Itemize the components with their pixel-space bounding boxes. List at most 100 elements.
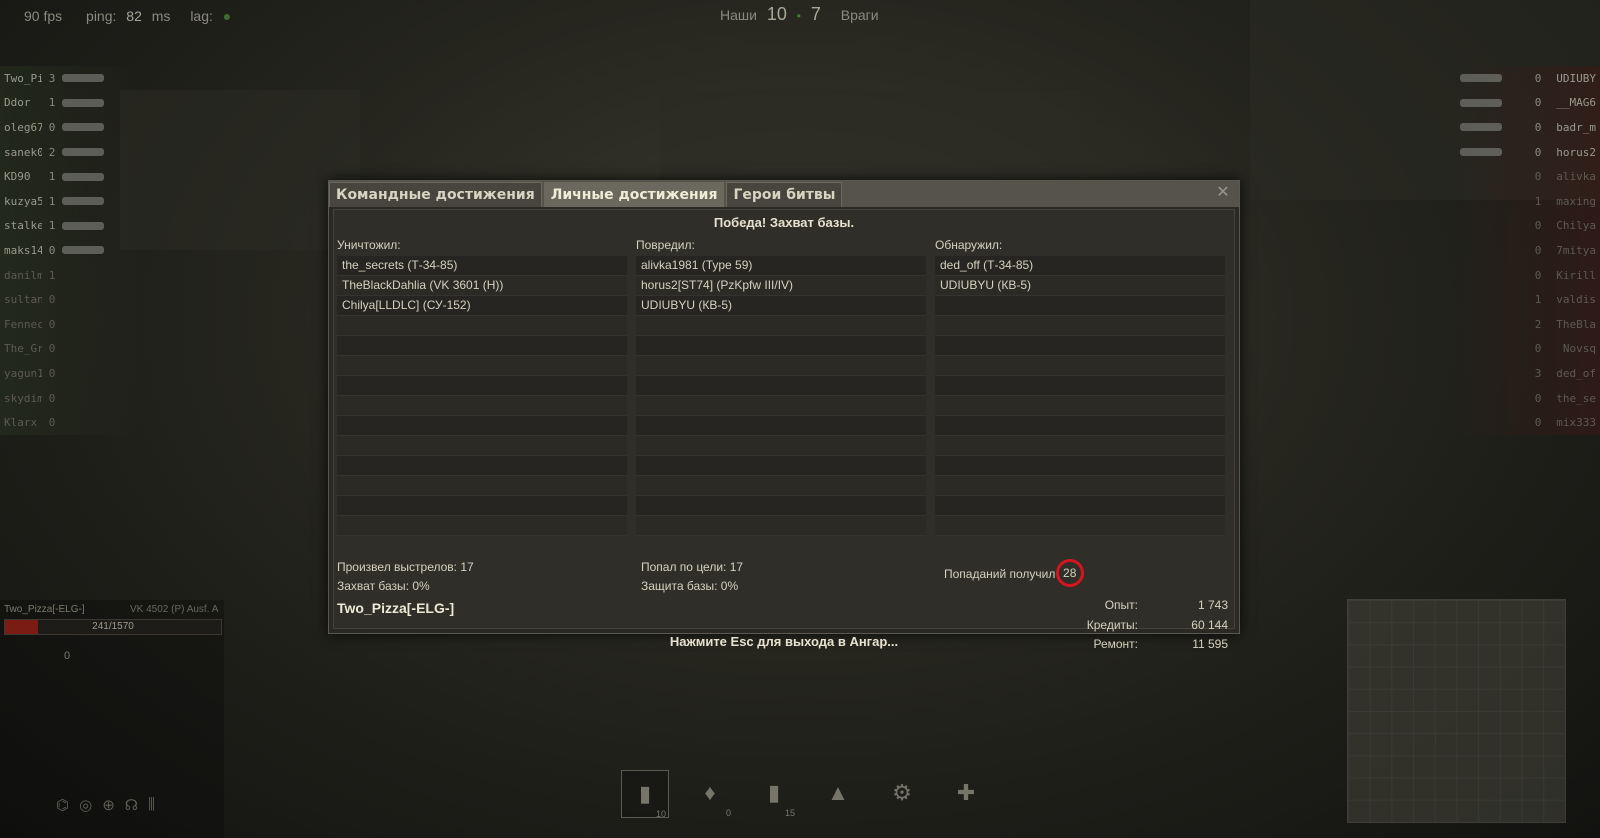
list-item: [337, 456, 627, 476]
player-name: mix333: [1556, 416, 1596, 430]
team-row[interactable]: 0 Novsq: [1460, 336, 1600, 362]
achievement-list: ded_off (Т-34-85) UDIUBYU (КВ-5): [935, 256, 1225, 536]
team-row[interactable]: 0 __MAG6: [1460, 90, 1600, 116]
team-row[interactable]: 0 horus2: [1460, 139, 1600, 165]
list-item: [636, 456, 926, 476]
list-item: [935, 396, 1225, 416]
player-name: badr_m: [1556, 120, 1596, 134]
ping-unit: ms: [151, 8, 171, 24]
team-row[interactable]: 2 TheBla: [1460, 311, 1600, 337]
player-name: The_Gr: [4, 342, 42, 356]
consumable-slot[interactable]: ▮ 15: [751, 770, 797, 818]
tank-icon: [62, 197, 104, 206]
list-item: [935, 296, 1225, 316]
player-vehicle: VK 4502 (P) Ausf. A: [130, 604, 219, 615]
team-row[interactable]: KD90 1: [0, 164, 140, 189]
team-row[interactable]: 0 badr_m: [1460, 115, 1600, 140]
team-row[interactable]: sultan 0: [0, 287, 140, 312]
consumables-bar: ▮ 10 ♦ 0 ▮ 15 ▲ ⚙ ✚: [621, 770, 989, 819]
player-frags: 3: [1534, 366, 1542, 380]
team-row[interactable]: sanek0 2: [0, 139, 140, 165]
player-frags: 0: [48, 120, 56, 134]
team-row[interactable]: stalke 1: [0, 213, 140, 239]
player-frags: 0: [48, 342, 56, 356]
player-frags: 0: [1534, 243, 1542, 257]
team-row[interactable]: Two_Pi 3: [0, 66, 140, 91]
tab-1[interactable]: Командные достижения: [329, 182, 542, 207]
tab-2[interactable]: Личные достижения: [543, 182, 725, 207]
player-name: Fennec: [4, 317, 42, 331]
consumable-slot[interactable]: ▮ 10: [621, 770, 669, 819]
player-frags: 2: [48, 145, 56, 159]
list-item: [337, 336, 627, 356]
list-item: [337, 316, 627, 336]
player-name: maks14: [4, 243, 42, 257]
consumable-slot[interactable]: ▲: [815, 770, 861, 816]
consumable-slot[interactable]: ♦ 0: [687, 770, 733, 818]
exit-hint: Нажмите Esc для выхода в Ангар...: [669, 634, 899, 649]
minimap[interactable]: [1347, 599, 1566, 823]
team-row[interactable]: 0 Kirill: [1460, 262, 1600, 288]
result-player-name: Two_Pizza[-ELG-]: [337, 600, 455, 616]
tank-icon: [62, 246, 104, 255]
player-frags: 0: [1534, 219, 1542, 233]
player-frags: 0: [1534, 170, 1542, 184]
team-row[interactable]: The_Gr 0: [0, 336, 140, 362]
team-row[interactable]: danilm 1: [0, 262, 140, 288]
player-frags: 0: [48, 416, 56, 430]
team-row[interactable]: kuzya5 1: [0, 188, 140, 214]
tab-3[interactable]: Герои битвы: [726, 182, 843, 207]
player-name: the_se: [1556, 391, 1596, 405]
base-capture: Захват базы: 0%: [337, 579, 430, 593]
list-item: [935, 316, 1225, 336]
performance-readout: 90 fps ping: 82 ms lag: ●: [24, 8, 237, 24]
repair-kit-icon: ⚙: [892, 780, 912, 805]
speed-readout: 0: [64, 650, 71, 662]
team-row[interactable]: 1 valdis: [1460, 287, 1600, 312]
close-icon[interactable]: ✕: [1213, 183, 1233, 203]
achievement-list: alivka1981 (Type 59) horus2[ST74] (PzKpfw…: [636, 256, 926, 536]
results-tabs: Командные достижения Личные достижения Гер…: [329, 181, 1239, 207]
lag-label: lag:: [190, 8, 213, 24]
fps-value: 90 fps: [24, 8, 63, 24]
team-row[interactable]: maks14 0: [0, 238, 140, 263]
team-row[interactable]: Klarx 0: [0, 410, 140, 435]
team-row[interactable]: skydim 0: [0, 385, 140, 411]
base-defense: Защита базы: 0%: [641, 579, 739, 593]
player-frags: 1: [48, 219, 56, 233]
team-row[interactable]: Fennec 0: [0, 311, 140, 337]
shell-apcr-icon: ♦: [704, 780, 716, 805]
team-row[interactable]: Ddor 1: [0, 90, 140, 116]
player-frags: 0: [48, 293, 56, 307]
shell-ap-icon: ▮: [638, 781, 652, 806]
achievement-list: the_secrets (Т-34-85) TheBlackDahlia (VK …: [337, 256, 627, 536]
list-item: [636, 356, 926, 376]
list-item: [337, 516, 627, 536]
team-row[interactable]: yagun1 0: [0, 361, 140, 386]
tank-icon: [62, 221, 104, 230]
consumable-slot[interactable]: ✚: [943, 770, 989, 816]
player-frags: 1: [48, 194, 56, 208]
player-frags: 0: [48, 243, 56, 257]
team-row[interactable]: 0 alivka: [1460, 164, 1600, 189]
hits-received: Попаданий получил 28: [944, 559, 1084, 588]
player-name: UDIUBY: [1556, 71, 1596, 85]
player-frags: 0: [48, 366, 56, 380]
team-row[interactable]: 0 UDIUBY: [1460, 66, 1600, 91]
consumable-slot[interactable]: ⚙: [879, 770, 925, 816]
reward-value: 1 743: [1197, 598, 1228, 612]
player-frags: 1: [48, 170, 56, 184]
ammo-rack-icon: ⫼: [148, 796, 156, 813]
team-row[interactable]: 0 the_se: [1460, 385, 1600, 411]
team-row[interactable]: oleg67 0: [0, 115, 140, 140]
list-item: [337, 356, 627, 376]
team-row[interactable]: 0 mix333: [1460, 410, 1600, 435]
player-frags: 0: [48, 317, 56, 331]
list-item: [337, 436, 627, 456]
team-row[interactable]: 3 ded_of: [1460, 361, 1600, 386]
team-row[interactable]: 0 7mitya: [1460, 238, 1600, 263]
team-row[interactable]: 1 maxing: [1460, 188, 1600, 214]
shell-he-icon: ▮: [767, 780, 781, 805]
list-item: [935, 456, 1225, 476]
team-row[interactable]: 0 Chilya: [1460, 213, 1600, 239]
